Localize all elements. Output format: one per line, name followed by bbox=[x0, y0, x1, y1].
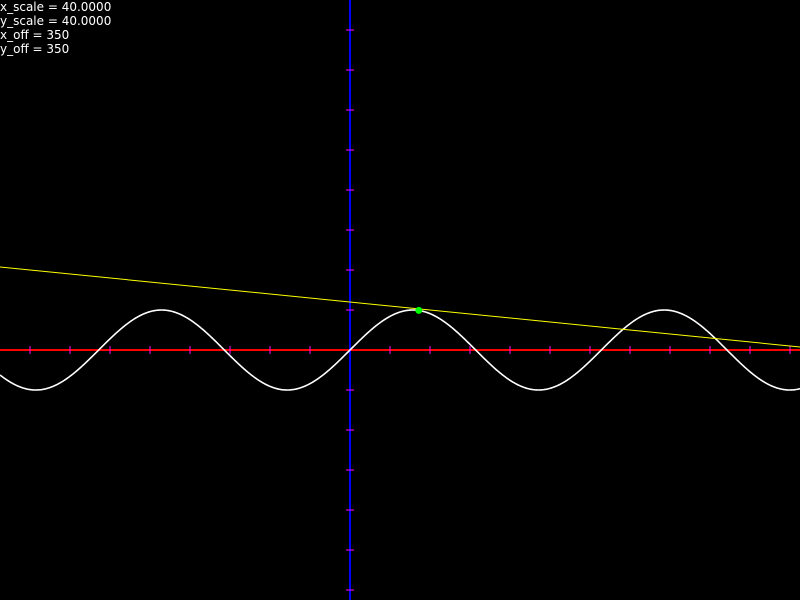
graph-window: x_scale = 40.0000 y_scale = 40.0000 x_of… bbox=[0, 0, 800, 600]
tangent-line bbox=[0, 266, 800, 348]
y-offset-readout: y_off = 350 bbox=[0, 42, 70, 56]
tangent-point bbox=[415, 306, 423, 314]
y-scale-readout: y_scale = 40.0000 bbox=[0, 14, 112, 28]
function-plot bbox=[0, 0, 800, 600]
x-scale-readout: x_scale = 40.0000 bbox=[0, 0, 112, 14]
x-offset-readout: x_off = 350 bbox=[0, 28, 70, 42]
scale-readout: x_scale = 40.0000 y_scale = 40.0000 x_of… bbox=[0, 0, 111, 56]
